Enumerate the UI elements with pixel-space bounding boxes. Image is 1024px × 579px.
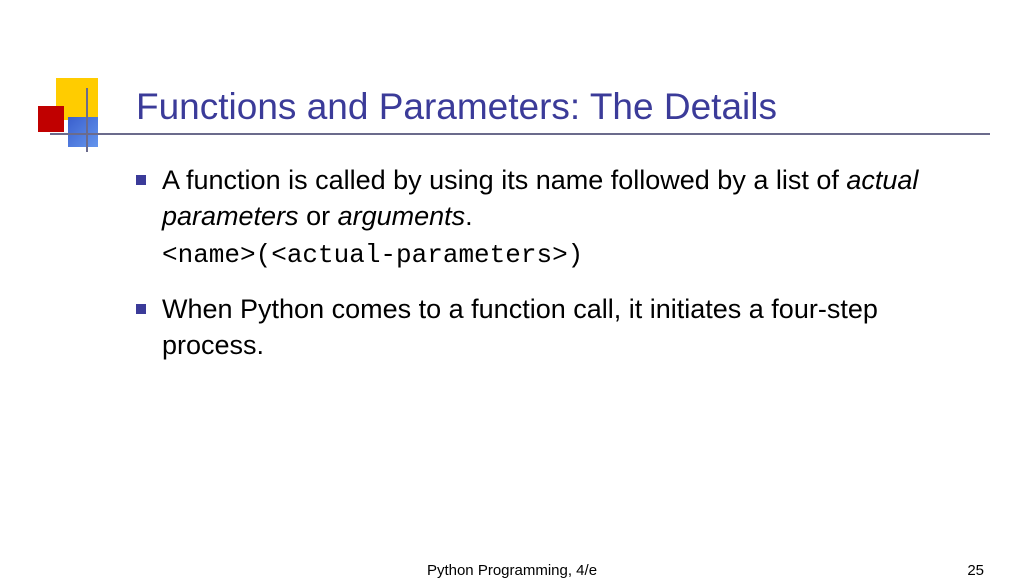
- red-square: [38, 106, 64, 132]
- blue-square: [68, 117, 98, 147]
- bullet-icon: [136, 304, 146, 314]
- slide-content: A function is called by using its name f…: [136, 162, 986, 382]
- bullet-icon: [136, 175, 146, 185]
- slide-title: Functions and Parameters: The Details: [136, 86, 777, 128]
- slide-decoration: [38, 78, 108, 148]
- bullet-text: A function is called by using its name f…: [162, 162, 986, 273]
- bullet-text: When Python comes to a function call, it…: [162, 291, 986, 364]
- code-text: <name>(<actual-parameters>): [162, 240, 583, 270]
- footer-center-text: Python Programming, 4/e: [427, 562, 597, 579]
- vertical-rule: [86, 88, 88, 152]
- text-run: A function is called by using its name f…: [162, 165, 846, 195]
- italic-text: arguments: [338, 201, 466, 231]
- horizontal-rule: [50, 133, 990, 135]
- page-number: 25: [967, 562, 984, 579]
- list-item: When Python comes to a function call, it…: [136, 291, 986, 364]
- list-item: A function is called by using its name f…: [136, 162, 986, 273]
- text-run: .: [465, 201, 473, 231]
- text-run: or: [299, 201, 338, 231]
